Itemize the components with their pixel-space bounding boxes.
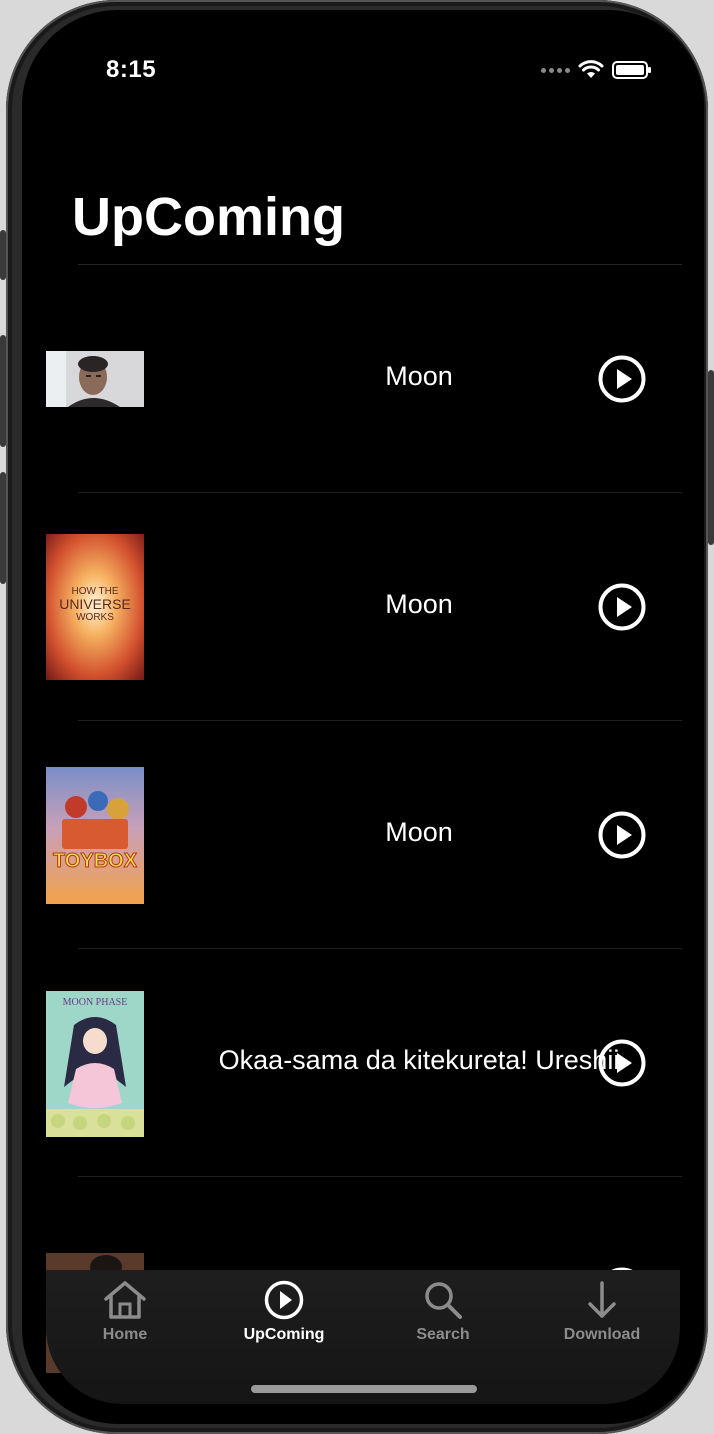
upcoming-list[interactable]: Moon HOW THE UNIVERSE WORKS Moon TOYBOX …	[22, 265, 704, 1404]
mute-switch	[0, 230, 6, 280]
list-item[interactable]: MOON PHASE Okaa-sama da kitekureta! Ures…	[46, 949, 682, 1177]
play-icon[interactable]	[598, 1039, 646, 1087]
play-icon[interactable]	[598, 583, 646, 631]
poster-text-universe: UNIVERSE	[59, 596, 131, 612]
poster-text-moon-phase: MOON PHASE	[63, 997, 128, 1008]
magnifier-icon	[425, 1282, 462, 1319]
list-item[interactable]: TOYBOX Moon	[46, 721, 682, 949]
tab-home[interactable]: Home	[70, 1280, 180, 1344]
poster-text-toybox: TOYBOX	[53, 850, 138, 872]
tab-download[interactable]: Download	[547, 1280, 657, 1344]
home-indicator[interactable]	[251, 1385, 477, 1393]
play-icon[interactable]	[598, 811, 646, 859]
toybox-poster[interactable]: TOYBOX	[46, 767, 144, 904]
item-title: Moon	[385, 361, 453, 391]
tab-upcoming[interactable]: UpComing	[229, 1280, 339, 1344]
man-face-poster[interactable]	[46, 351, 144, 407]
poster-text-works: WORKS	[76, 612, 114, 623]
status-icons	[541, 60, 651, 80]
list-item[interactable]: HOW THE UNIVERSE WORKS Moon	[46, 493, 682, 721]
tab-download-label: Download	[563, 1326, 641, 1343]
tab-bar: Home UpComing Search Download	[46, 1270, 680, 1404]
item-title: Okaa-sama da kitekureta! Ureshii	[218, 1045, 620, 1075]
house-icon	[104, 1281, 146, 1319]
wifi-icon	[578, 60, 604, 78]
how-the-universe-works-poster[interactable]: HOW THE UNIVERSE WORKS	[46, 534, 144, 680]
tab-home-label: Home	[102, 1326, 148, 1343]
tab-search[interactable]: Search	[388, 1280, 498, 1344]
tab-upcoming-label: UpComing	[243, 1326, 325, 1343]
power-button	[708, 370, 714, 545]
page-title: UpComing	[72, 187, 345, 247]
device-frame: 8:15 UpComing Moon HOW THE UNIVERSE WORK…	[0, 0, 714, 1434]
item-title: Moon	[385, 817, 453, 847]
cellular-signal-icon	[541, 67, 570, 73]
status-time: 8:15	[106, 56, 157, 83]
play-icon[interactable]	[598, 355, 646, 403]
tab-search-label: Search	[416, 1326, 470, 1343]
arrow-down-icon	[588, 1281, 616, 1318]
battery-icon	[612, 61, 651, 79]
volume-up-button	[0, 335, 6, 447]
item-title: Moon	[385, 589, 453, 619]
play-circle-icon	[264, 1280, 304, 1320]
volume-down-button	[0, 472, 6, 584]
status-bar: 8:15	[22, 10, 704, 130]
screen: 8:15 UpComing Moon HOW THE UNIVERSE WORK…	[22, 10, 704, 1424]
moon-phase-anime-poster[interactable]: MOON PHASE	[46, 991, 144, 1137]
list-item[interactable]: Moon	[46, 265, 682, 493]
